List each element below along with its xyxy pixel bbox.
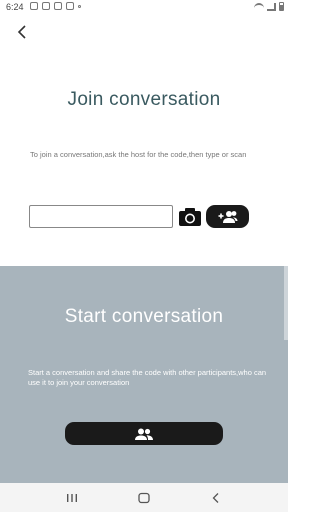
- start-description: Start a conversation and share the code …: [28, 368, 267, 387]
- start-section: Start conversation Start a conversation …: [0, 266, 288, 483]
- add-group-icon: [218, 210, 237, 223]
- camera-icon: [179, 208, 201, 226]
- news-icon: [66, 2, 74, 10]
- status-system-icons: [254, 2, 284, 11]
- messenger-icon: [30, 2, 38, 10]
- navigation-bar: [0, 483, 288, 512]
- group-icon: [135, 428, 153, 440]
- image-icon: [54, 2, 62, 10]
- code-input[interactable]: [29, 205, 173, 228]
- scan-button[interactable]: [178, 207, 202, 227]
- chevron-left-icon: [17, 25, 26, 39]
- status-time: 6:24: [6, 2, 24, 12]
- join-title: Join conversation: [67, 89, 221, 110]
- back-icon: [212, 492, 219, 503]
- recents-icon: [67, 493, 77, 502]
- dot-icon: [78, 5, 81, 8]
- join-section: Join conversation To join a conversation…: [0, 14, 288, 266]
- scrollbar-thumb[interactable]: [284, 266, 288, 340]
- status-notification-icons: [30, 2, 81, 10]
- home-button[interactable]: [132, 488, 156, 508]
- back-button[interactable]: [12, 22, 32, 42]
- status-bar: 6:24: [0, 0, 288, 14]
- join-description: To join a conversation,ask the host for …: [30, 150, 247, 159]
- start-title: Start conversation: [64, 306, 224, 327]
- join-button[interactable]: [206, 205, 249, 228]
- signal-icon: [267, 2, 276, 11]
- recents-button[interactable]: [60, 488, 84, 508]
- battery-icon: [279, 2, 284, 11]
- wifi-icon: [254, 2, 264, 11]
- voicemail-icon: [42, 2, 50, 10]
- home-icon: [138, 492, 150, 503]
- start-button[interactable]: [65, 422, 223, 445]
- system-back-button[interactable]: [204, 488, 228, 508]
